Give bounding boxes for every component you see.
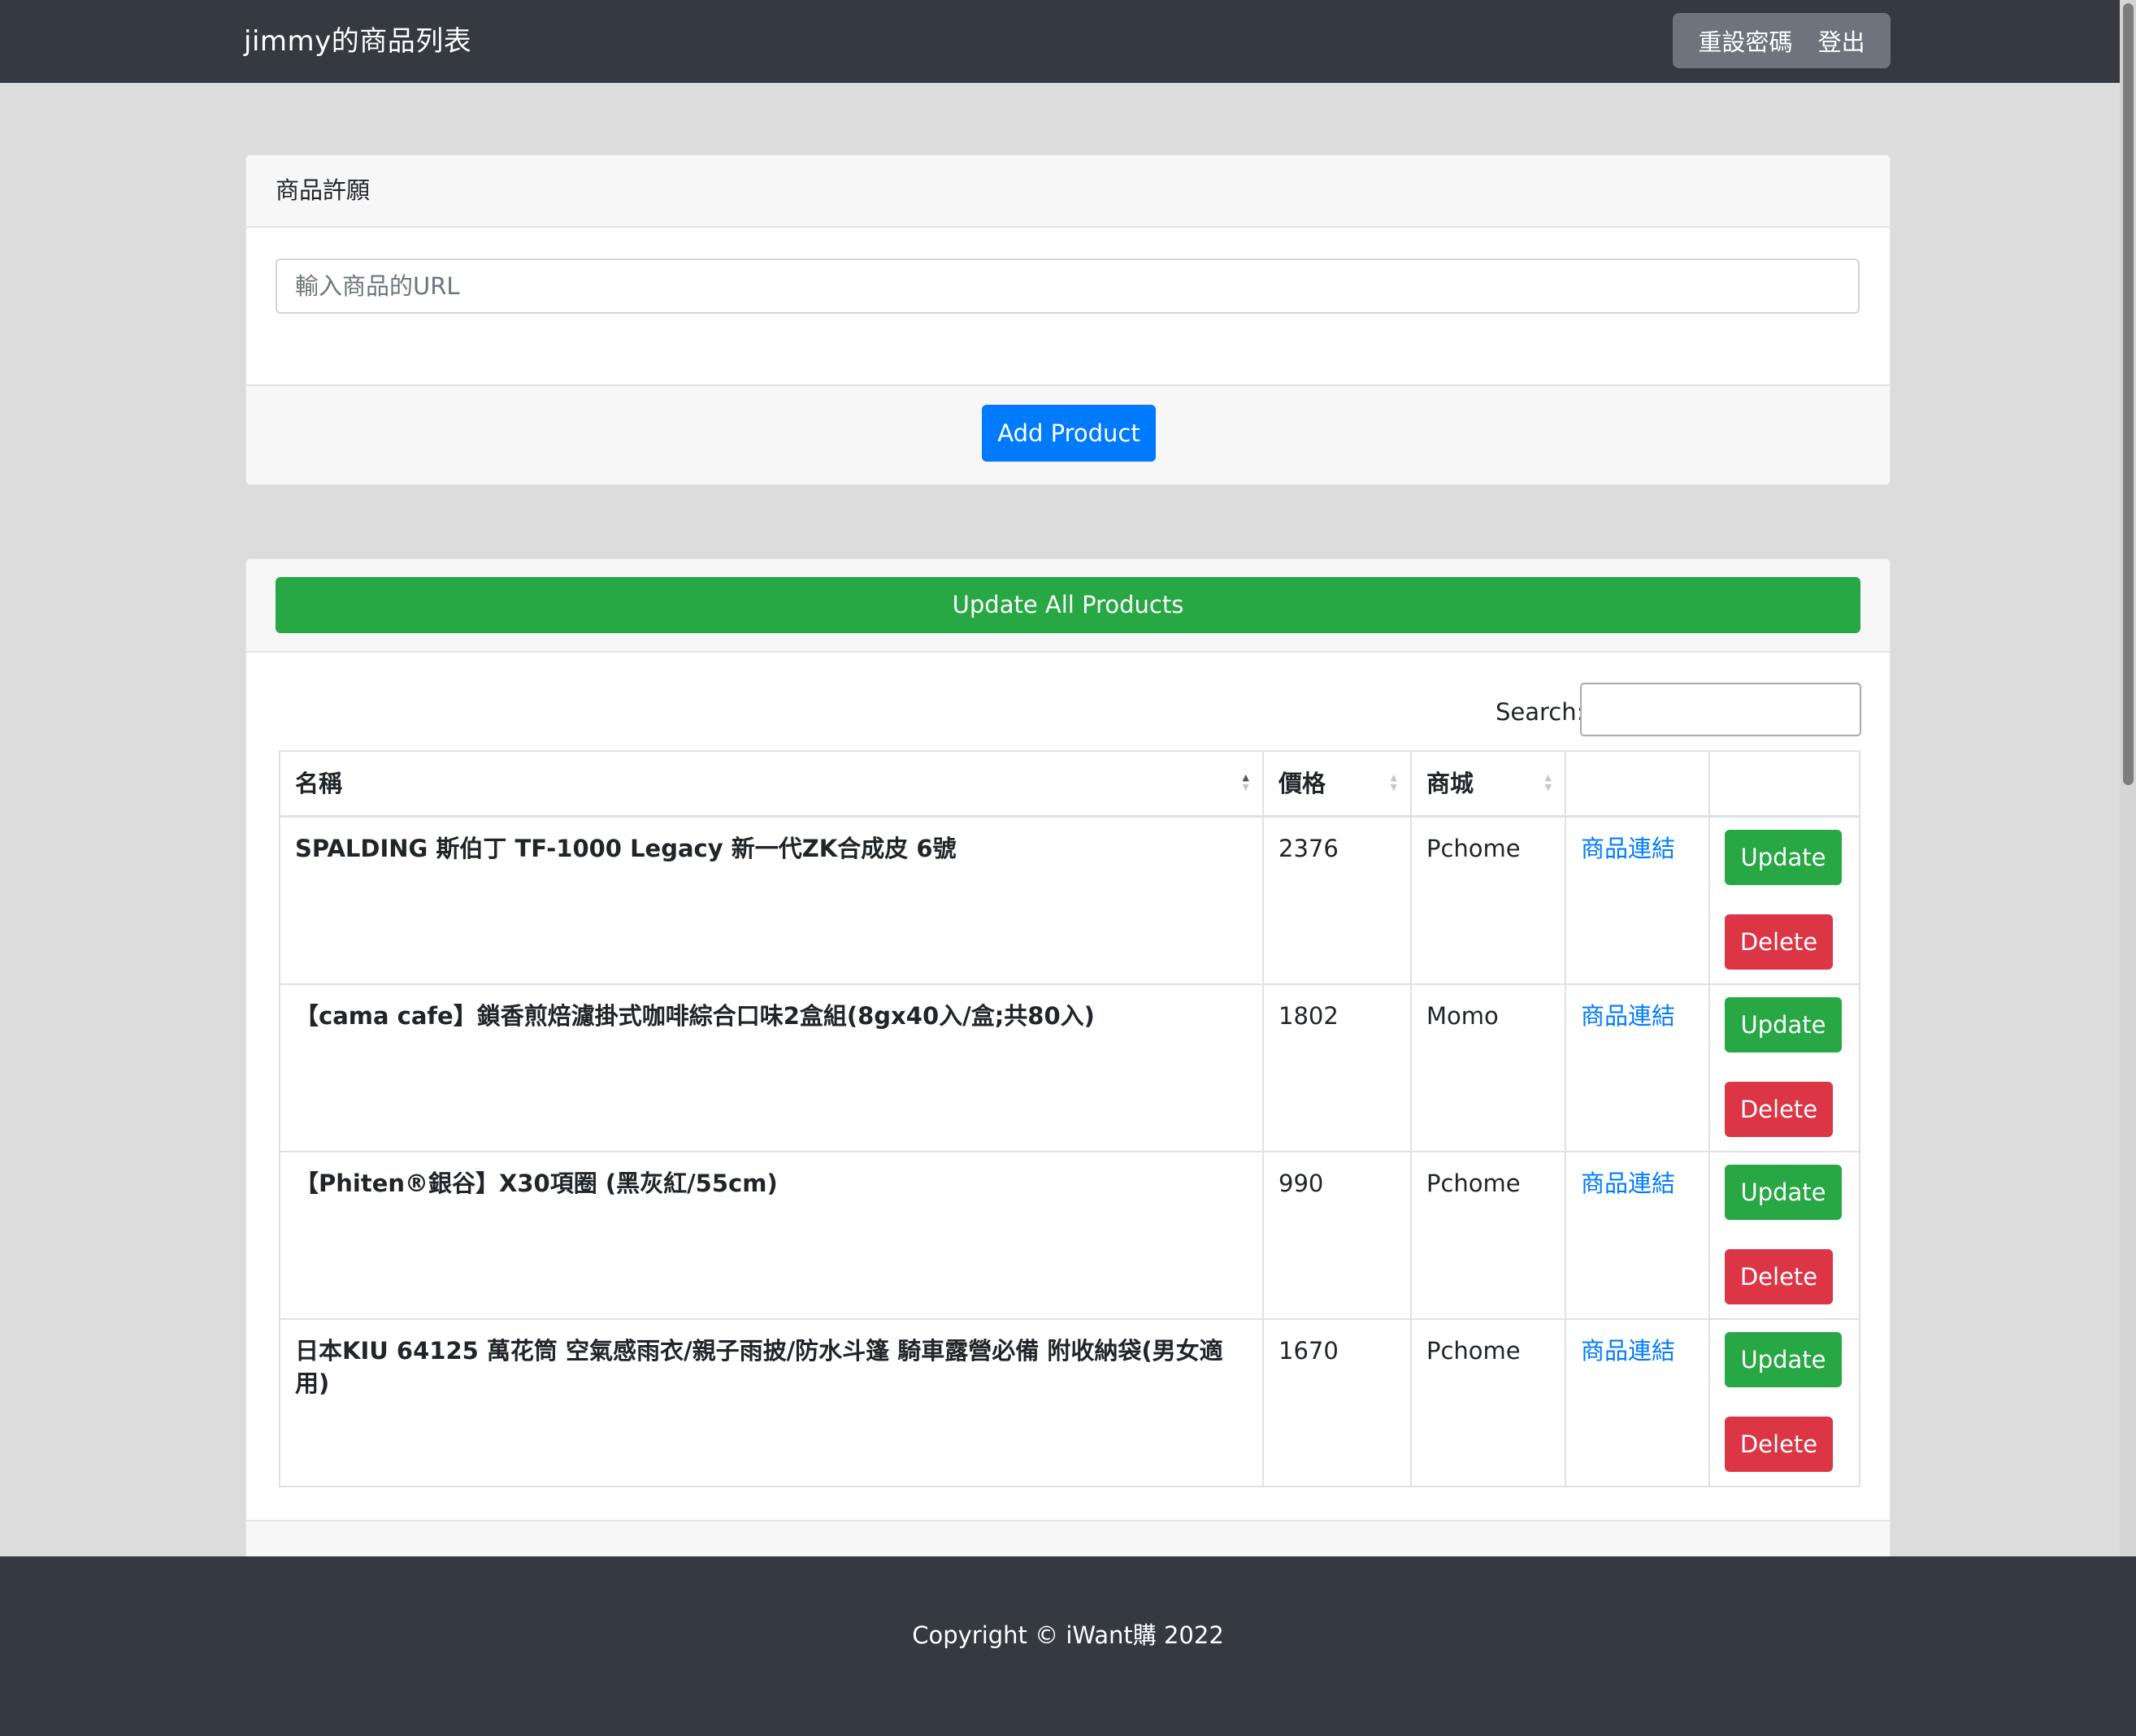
product-link-cell: 商品連結	[1565, 815, 1710, 985]
wishlist-card-header: 商品許願	[246, 155, 1890, 228]
product-price: 1802	[1262, 983, 1412, 1152]
sort-both-icon: ▲ ▼	[1390, 772, 1397, 792]
product-store: Momo	[1410, 983, 1566, 1152]
product-table: 名稱 ▲ ▼ 價格 ▲ ▼ 商城 ▲ ▼ SPALDING 斯伯丁 TF-1000 L…	[279, 750, 1860, 1487]
delete-product-button[interactable]: Delete	[1725, 1081, 1833, 1137]
product-link[interactable]: 商品連結	[1581, 1002, 1675, 1030]
product-link-cell: 商品連結	[1565, 1150, 1710, 1320]
logout-button[interactable]: 登出	[1818, 24, 1865, 58]
column-header-price-label: 價格	[1279, 770, 1326, 797]
update-product-button[interactable]: Update	[1725, 996, 1842, 1052]
product-actions-cell: Update Delete	[1708, 1150, 1860, 1320]
column-header-actions	[1708, 750, 1860, 818]
reset-password-button[interactable]: 重設密碼	[1698, 24, 1792, 58]
update-product-button[interactable]: Update	[1725, 1164, 1842, 1220]
product-link[interactable]: 商品連結	[1581, 1337, 1675, 1365]
product-name: 【cama cafe】鎖香煎焙濾掛式咖啡綜合口味2盒組(8gx40入/盒;共80…	[279, 983, 1264, 1152]
page-scrollbar[interactable]	[2120, 0, 2136, 1556]
add-product-button[interactable]: Add Product	[982, 405, 1156, 462]
table-row: 【Phiten®銀谷】X30項圈 (黑灰紅/55cm) 990 Pchome 商…	[279, 1150, 1860, 1320]
column-header-store-label: 商城	[1426, 770, 1474, 797]
product-name: SPALDING 斯伯丁 TF-1000 Legacy 新一代ZK合成皮 6號	[279, 815, 1264, 985]
product-actions-cell: Update Delete	[1708, 1317, 1860, 1487]
product-url-input[interactable]	[276, 258, 1860, 314]
wishlist-card: 商品許願 Add Product	[245, 154, 1891, 485]
column-header-link	[1565, 750, 1710, 818]
column-header-name-label: 名稱	[295, 770, 343, 797]
column-header-store[interactable]: 商城 ▲ ▼	[1410, 750, 1566, 818]
delete-product-button[interactable]: Delete	[1725, 1248, 1833, 1304]
delete-product-button[interactable]: Delete	[1725, 1416, 1833, 1472]
product-list-card: Update All Products Search: 名稱 ▲ ▼ 價格 ▲ ▼	[245, 558, 1891, 1615]
table-header-row: 名稱 ▲ ▼ 價格 ▲ ▼ 商城 ▲ ▼	[279, 750, 1860, 818]
search-label: Search:	[1496, 698, 1585, 726]
scrollbar-thumb[interactable]	[2123, 3, 2134, 785]
page-footer: Copyright © iWant購 2022	[0, 1556, 2136, 1736]
search-input[interactable]	[1580, 683, 1861, 736]
table-row: 【cama cafe】鎖香煎焙濾掛式咖啡綜合口味2盒組(8gx40入/盒;共80…	[279, 983, 1860, 1152]
product-store: Pchome	[1410, 1150, 1566, 1320]
column-header-price[interactable]: 價格 ▲ ▼	[1262, 750, 1412, 818]
product-link[interactable]: 商品連結	[1581, 1170, 1675, 1197]
product-name: 【Phiten®銀谷】X30項圈 (黑灰紅/55cm)	[279, 1150, 1264, 1320]
product-actions-cell: Update Delete	[1708, 815, 1860, 985]
column-header-name[interactable]: 名稱 ▲ ▼	[279, 750, 1264, 818]
sort-both-icon: ▲ ▼	[1544, 772, 1552, 792]
sort-ascending-icon: ▲ ▼	[1242, 772, 1249, 792]
product-price: 1670	[1262, 1317, 1412, 1487]
product-store: Pchome	[1410, 815, 1566, 985]
update-all-products-button[interactable]: Update All Products	[276, 577, 1860, 633]
product-store: Pchome	[1410, 1317, 1566, 1487]
table-row: 日本KIU 64125 萬花筒 空氣感雨衣/親子雨披/防水斗篷 騎車露營必備 附…	[279, 1317, 1860, 1487]
top-navbar: jimmy的商品列表 重設密碼 登出	[0, 0, 2136, 83]
product-link-cell: 商品連結	[1565, 983, 1710, 1152]
product-price: 2376	[1262, 815, 1412, 985]
delete-product-button[interactable]: Delete	[1725, 914, 1833, 970]
product-name: 日本KIU 64125 萬花筒 空氣感雨衣/親子雨披/防水斗篷 騎車露營必備 附…	[279, 1317, 1264, 1487]
product-price: 990	[1262, 1150, 1412, 1320]
table-row: SPALDING 斯伯丁 TF-1000 Legacy 新一代ZK合成皮 6號 …	[279, 815, 1860, 985]
product-link-cell: 商品連結	[1565, 1317, 1710, 1487]
copyright-text: Copyright © iWant購 2022	[912, 1621, 1224, 1649]
product-list-card-header: Update All Products	[246, 559, 1890, 653]
wishlist-card-body	[246, 228, 1890, 384]
wishlist-card-footer: Add Product	[246, 384, 1890, 484]
product-link[interactable]: 商品連結	[1581, 835, 1675, 862]
update-product-button[interactable]: Update	[1725, 830, 1842, 885]
brand-title[interactable]: jimmy的商品列表	[244, 0, 471, 83]
product-actions-cell: Update Delete	[1708, 983, 1860, 1152]
update-product-button[interactable]: Update	[1725, 1331, 1842, 1387]
account-button-group: 重設密碼 登出	[1673, 13, 1891, 68]
